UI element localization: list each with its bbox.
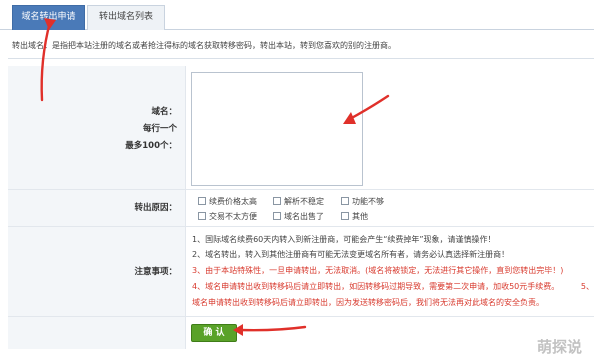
reason-option-label: 域名出售了 (284, 212, 324, 221)
checkbox[interactable] (341, 197, 349, 205)
reason-option-resolve[interactable]: 解析不稳定 (273, 196, 324, 208)
notes-label-cell: 注意事项： (8, 227, 186, 316)
submit-row: 确 认 (8, 317, 594, 349)
checkbox[interactable] (198, 212, 206, 220)
confirm-button[interactable]: 确 认 (191, 324, 237, 342)
domain-label-line3: 最多100个： (125, 141, 177, 151)
domain-row: 域名： 每行一个 最多100个： (8, 66, 594, 190)
tab-transfer-out-request[interactable]: 域名转出申请 (12, 5, 85, 30)
reason-option-label: 交易不太方便 (209, 212, 257, 221)
divider (8, 58, 594, 59)
checkbox[interactable] (198, 197, 206, 205)
note-item: 1、国际域名续费60天内转入到新注册商，可能会产生“续费掉年”现象，请谨慎操作！ (192, 235, 496, 244)
note-item: 2、域名转出，转入到其他注册商有可能无法变更域名所有者，请务必认真选择新注册商！ (192, 250, 510, 259)
reason-option-label: 解析不稳定 (284, 197, 324, 206)
note-item: 域名申请转出收到转移码后请立即转出，因为发送转移密码后，我们将无法再对此域名的安… (192, 298, 544, 307)
reason-option-trade[interactable]: 交易不太方便 (198, 211, 257, 223)
tab-transfer-out-list[interactable]: 转出域名列表 (87, 5, 165, 30)
reason-option-other[interactable]: 其他 (341, 211, 368, 223)
domain-label-line2: 每行一个 (142, 124, 177, 134)
tab-bar: 域名转出申请 转出域名列表 (0, 0, 594, 30)
watermark: 萌探说 (536, 338, 582, 356)
domain-label-cell: 域名： 每行一个 最多100个： (8, 66, 186, 189)
domain-label: 域名： 每行一个 最多100个： (125, 104, 177, 155)
reason-option-sold[interactable]: 域名出售了 (273, 211, 324, 223)
transfer-form: 域名： 每行一个 最多100个： 转出原因： 续费价格太高 解析不稳定 功能不够… (8, 66, 594, 349)
domain-label-line1: 域名： (151, 107, 177, 117)
note-item: 4、域名申请转出收到转移码后请立即转出，如因转移码过期导致，需要第二次申请，加收… (192, 282, 560, 291)
reason-option-price[interactable]: 续费价格太高 (198, 196, 257, 208)
notes-label: 注意事项： (134, 267, 177, 277)
reason-option-label: 功能不够 (352, 197, 384, 206)
domain-textarea[interactable] (191, 72, 363, 186)
checkbox[interactable] (341, 212, 349, 220)
checkbox[interactable] (273, 212, 281, 220)
reason-option-features[interactable]: 功能不够 (341, 196, 384, 208)
notes-row: 注意事项： 1、国际域名续费60天内转入到新注册商，可能会产生“续费掉年”现象，… (8, 227, 594, 317)
note-5-stub: 5、 (580, 282, 594, 291)
submit-label-cell (8, 317, 186, 349)
page-description: 转出域名：是指把本站注册的域名或者抢注得标的域名获取转移密码，转出本站，转到您喜… (12, 41, 396, 50)
reason-label-cell: 转出原因： (8, 190, 186, 226)
reason-row: 转出原因： 续费价格太高 解析不稳定 功能不够 交易不太方便 域名出售了 其他 (8, 190, 594, 227)
reason-option-label: 续费价格太高 (209, 197, 257, 206)
reason-option-label: 其他 (352, 212, 368, 221)
checkbox[interactable] (273, 197, 281, 205)
reason-label: 转出原因： (134, 203, 177, 213)
note-item: 3、由于本站特殊性，一旦申请转出，无法取消。(域名将被锁定，无法进行其它操作，直… (192, 266, 564, 275)
